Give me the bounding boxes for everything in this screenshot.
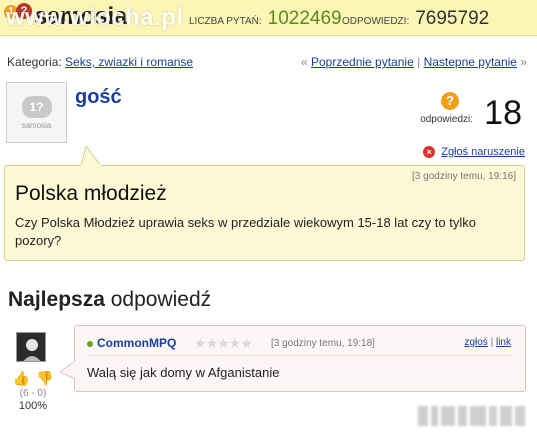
question-mark-icon: ? xyxy=(441,92,459,110)
answerer-avatar-image xyxy=(17,333,45,361)
answer-box: CommonMPQ ★★★★★ [3 godziny temu, 19:18] … xyxy=(74,325,526,392)
vote-panel: 👍 👎 (6 - 0) 100% xyxy=(10,370,56,412)
asker-avatar: 1? samosia xyxy=(6,82,67,143)
answers-stat-label: ODPOWIEDZI: xyxy=(342,16,410,27)
previous-question-link[interactable]: Poprzednie pytanie xyxy=(311,55,414,69)
answers-stat: ODPOWIEDZI: 7695792 xyxy=(342,8,489,30)
answerer-name[interactable]: CommonMPQ xyxy=(97,336,176,350)
answer-links: zgłoś | link xyxy=(464,337,511,348)
online-status-icon xyxy=(87,341,93,347)
answer-text: Walą się jak domy w Afganistanie xyxy=(87,365,280,380)
avatar-badge: 1? xyxy=(21,95,52,118)
answer-divider xyxy=(87,355,513,356)
rating-stars-icon: ★★★★★ xyxy=(194,335,253,351)
answerer-avatar[interactable] xyxy=(16,332,46,362)
asker-name: gość xyxy=(75,86,122,108)
next-marker: » xyxy=(520,55,527,69)
best-answer-heading: Najlepsza odpowiedź xyxy=(8,288,211,312)
questions-stat-label: LICZBA PYTAŃ: xyxy=(189,16,262,27)
questions-stat: LICZBA PYTAŃ: 1022469 xyxy=(189,8,342,30)
answer-tail-mask xyxy=(73,362,76,378)
answer-links-divider: | xyxy=(490,337,494,348)
best-answer-heading-bold: Najlepsza xyxy=(8,288,105,311)
vote-count: (6 - 0) xyxy=(19,388,47,399)
report-icon: × xyxy=(423,146,436,158)
category-row: Kategoria: Seks, zwiazki i romanse « Pop… xyxy=(7,55,527,69)
blurred-content xyxy=(418,406,528,426)
answers-stat-value: 7695792 xyxy=(415,8,490,29)
question-bubble-tail xyxy=(80,146,102,166)
questions-stat-value: 1022469 xyxy=(267,8,342,29)
question-title: Polska młodzież xyxy=(15,182,167,205)
report-violation-link[interactable]: Zgłoś naruszenie xyxy=(441,146,525,158)
thumbs-up-icon[interactable]: 👍 xyxy=(13,370,30,387)
nav-divider: | xyxy=(417,55,421,69)
question-box: [3 godziny temu, 19:16] Polska młodzież … xyxy=(4,165,525,261)
watermark: www.wiocha.pl xyxy=(6,4,184,31)
answer-header: CommonMPQ ★★★★★ [3 godziny temu, 19:18] … xyxy=(75,335,525,352)
question-navigation: « Poprzednie pytanie | Nastepne pytanie … xyxy=(301,55,527,69)
category-link[interactable]: Seks, zwiazki i romanse xyxy=(65,55,193,69)
answer-time: [3 godziny temu, 19:18] xyxy=(271,338,375,349)
answer-count-label: odpowiedzi: xyxy=(420,114,473,125)
bubble-tail-mask xyxy=(81,164,101,167)
top-bar: 1 ? samosia www.wiocha.pl LICZBA PYTAŃ: … xyxy=(0,0,537,36)
best-answer-heading-rest: odpowiedź xyxy=(104,288,212,311)
question-body: Czy Polska Młodzież uprawia seks w przed… xyxy=(15,215,476,248)
answer-count-value: 18 xyxy=(484,94,522,132)
answer-report-link[interactable]: zgłoś xyxy=(464,337,487,348)
answer-count: ? odpowiedzi: 18 xyxy=(402,92,522,132)
report-violation[interactable]: × Zgłoś naruszenie xyxy=(423,146,525,158)
prev-marker: « xyxy=(300,55,308,69)
question-time: [3 godziny temu, 19:16] xyxy=(412,171,516,182)
avatar-caption: samosia xyxy=(21,120,52,130)
next-question-link[interactable]: Nastepne pytanie xyxy=(424,55,517,69)
vote-percent: 100% xyxy=(18,400,48,412)
answer-permalink[interactable]: link xyxy=(496,337,511,348)
category-label: Kategoria: xyxy=(7,55,62,69)
thumbs-down-icon[interactable]: 👎 xyxy=(36,370,53,387)
